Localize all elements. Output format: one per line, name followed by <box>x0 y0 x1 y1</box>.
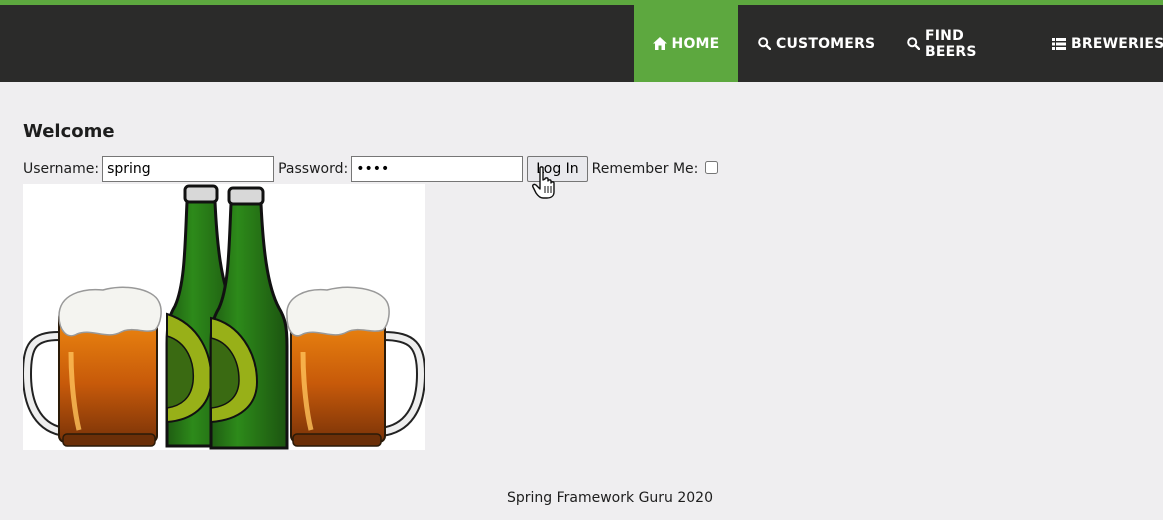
nav-breweries[interactable]: BREWERIES <box>1052 5 1163 82</box>
search-icon <box>907 37 920 50</box>
home-icon <box>652 37 667 50</box>
username-input[interactable] <box>102 156 275 182</box>
password-input[interactable] <box>351 156 524 182</box>
nav-find-beers[interactable]: FIND BEERS <box>907 5 1013 82</box>
password-label: Password: <box>278 161 349 177</box>
remember-me-checkbox[interactable] <box>705 160 719 174</box>
nav-breweries-label: BREWERIES <box>1071 35 1163 52</box>
footer-text: Spring Framework Guru 2020 <box>506 490 713 506</box>
nav-find-beers-label: FIND BEERS <box>925 27 977 60</box>
beer-mug-right-icon <box>286 286 425 447</box>
nav-home[interactable]: HOME <box>634 5 738 82</box>
nav-home-label: HOME <box>671 35 720 52</box>
username-label: Username: <box>23 161 100 177</box>
beer-bottle-right-icon <box>209 186 289 450</box>
page-title: Welcome <box>23 121 115 142</box>
beer-image <box>23 184 425 450</box>
login-form: Username: Password: Log In Remember Me: <box>23 156 719 182</box>
nav-customers[interactable]: CUSTOMERS <box>758 5 875 82</box>
list-icon <box>1052 37 1066 50</box>
search-icon <box>758 37 771 50</box>
beer-mug-left-icon <box>23 286 162 447</box>
navbar: HOME CUSTOMERS FIND BEERS BREWERIES <box>0 5 1163 82</box>
remember-me-label: Remember Me: <box>591 161 699 177</box>
login-button[interactable]: Log In <box>527 156 588 182</box>
nav-customers-label: CUSTOMERS <box>776 35 876 52</box>
